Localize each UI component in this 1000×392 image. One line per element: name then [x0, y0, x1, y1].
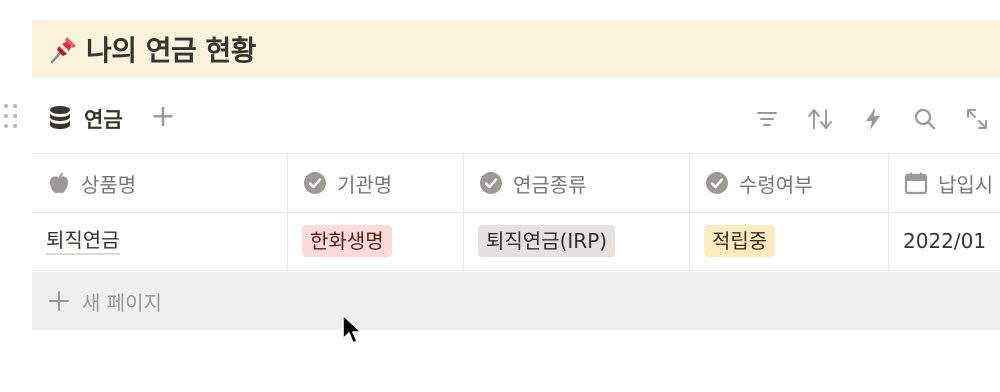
page-title: 나의 연금 현황	[86, 34, 257, 67]
database-toolbar: 연금 +	[32, 92, 1000, 144]
apple-icon	[50, 172, 68, 194]
column-label: 수령여부	[739, 172, 813, 197]
cell-product[interactable]: 퇴직연금	[32, 212, 288, 270]
page-link-title[interactable]: 퇴직연금	[46, 227, 120, 255]
database-title[interactable]: 연금	[84, 104, 123, 134]
check-circle-icon	[706, 172, 728, 194]
column-label: 상품명	[81, 172, 137, 197]
check-circle-icon	[304, 172, 326, 194]
table-header-row: 상품명 기관명 연금종류 수령여부 납입시	[32, 153, 1000, 213]
date-value: 2022/01	[903, 229, 987, 253]
column-header-pension-type[interactable]: 연금종류	[464, 154, 690, 212]
new-page-button[interactable]: 새 페이지	[32, 272, 1000, 330]
mouse-cursor-icon	[342, 314, 362, 344]
column-label: 납입시	[938, 172, 994, 197]
select-tag: 적립중	[704, 225, 776, 257]
new-page-label: 새 페이지	[82, 290, 162, 315]
cell-institution[interactable]: 한화생명	[288, 212, 464, 270]
expand-icon	[967, 109, 987, 129]
column-label: 연금종류	[513, 172, 587, 197]
cell-pension-type[interactable]: 퇴직연금(IRP)	[464, 212, 690, 270]
column-header-start-date[interactable]: 납입시	[889, 154, 1000, 212]
plus-icon	[49, 291, 69, 311]
database-icon	[50, 106, 70, 129]
filter-button[interactable]	[752, 104, 782, 134]
column-header-product[interactable]: 상품명	[32, 154, 288, 212]
column-label: 기관명	[337, 172, 393, 197]
page-callout: 나의 연금 현황	[32, 20, 1000, 78]
add-view-button[interactable]: +	[150, 102, 176, 132]
select-tag: 퇴직연금(IRP)	[478, 225, 616, 257]
select-tag: 한화생명	[302, 225, 392, 257]
table-row[interactable]: 퇴직연금 한화생명 퇴직연금(IRP) 적립중 2022/01	[32, 212, 1000, 271]
automation-button[interactable]	[858, 104, 888, 134]
calendar-icon	[904, 172, 928, 195]
column-header-institution[interactable]: 기관명	[288, 154, 464, 212]
sort-button[interactable]	[805, 104, 835, 134]
column-header-status[interactable]: 수령여부	[690, 154, 889, 212]
search-icon	[914, 108, 936, 130]
filter-icon	[757, 112, 777, 126]
cell-start-date[interactable]: 2022/01	[889, 212, 1000, 270]
pushpin-icon	[50, 37, 76, 64]
check-circle-icon	[480, 172, 502, 194]
cell-status[interactable]: 적립중	[690, 212, 889, 270]
search-button[interactable]	[910, 104, 940, 134]
drag-handle[interactable]	[4, 104, 20, 130]
automation-icon	[866, 108, 880, 130]
sort-icon	[808, 109, 832, 129]
expand-button[interactable]	[962, 104, 992, 134]
